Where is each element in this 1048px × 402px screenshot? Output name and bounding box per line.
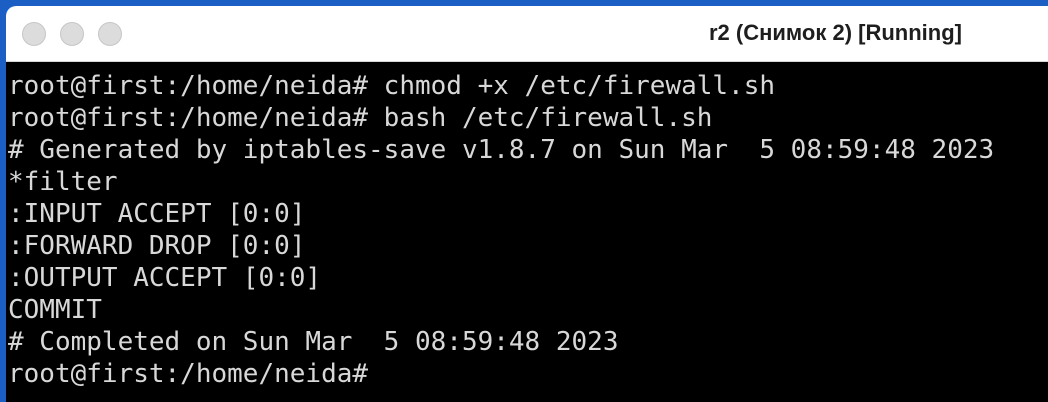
window-title: r2 (Снимок 2) [Running] xyxy=(709,20,962,45)
terminal-line-output-chain: :OUTPUT ACCEPT [0:0] xyxy=(8,263,322,293)
window-controls xyxy=(22,22,122,46)
terminal-line-forward-chain: :FORWARD DROP [0:0] xyxy=(8,231,306,261)
terminal-prompt[interactable]: root@first:/home/neida# xyxy=(8,358,1048,390)
zoom-button[interactable] xyxy=(98,22,122,46)
terminal-line-command-bash: root@first:/home/neida# bash /etc/firewa… xyxy=(8,103,713,133)
minimize-button[interactable] xyxy=(60,22,84,46)
terminal-line-command-chmod: root@first:/home/neida# chmod +x /etc/fi… xyxy=(8,71,776,101)
vm-window: r2 (Снимок 2) [Running] root@first:/home… xyxy=(6,6,1048,402)
terminal-console[interactable]: root@first:/home/neida# chmod +x /etc/fi… xyxy=(6,62,1048,390)
terminal-line-commit: COMMIT xyxy=(8,295,102,325)
terminal-line-filter-table: *filter xyxy=(8,167,118,197)
terminal-line-input-chain: :INPUT ACCEPT [0:0] xyxy=(8,199,306,229)
terminal-line-generated-comment: # Generated by iptables-save v1.8.7 on S… xyxy=(8,135,995,165)
close-button[interactable] xyxy=(22,22,46,46)
title-bar[interactable]: r2 (Снимок 2) [Running] xyxy=(6,6,1048,62)
terminal-line-completed-comment: # Completed on Sun Mar 5 08:59:48 2023 xyxy=(8,327,619,357)
